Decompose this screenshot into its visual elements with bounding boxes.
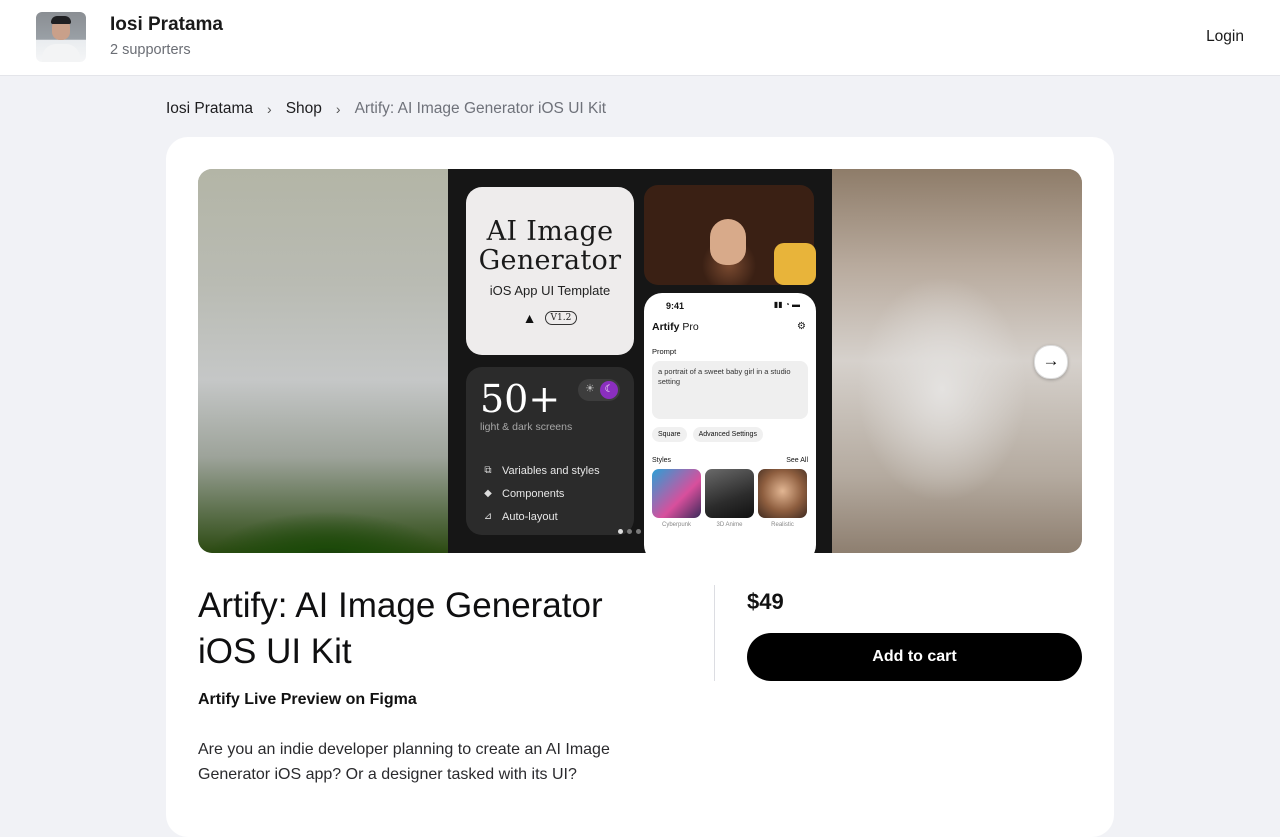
slide-dot[interactable] [627,529,632,534]
product-cover-image: AI Image Generator iOS App UI Template ▲… [448,169,832,553]
slide-dot[interactable] [636,529,641,534]
signal-icon: ▮▮ ◔ ▬ [773,300,800,309]
top-bar: Iosi Pratama 2 supporters Login [0,0,1280,76]
variables-icon: ⧉ [484,465,492,476]
product-card: AI Image Generator iOS App UI Template ▲… [166,137,1114,837]
login-link[interactable]: Login [1206,28,1244,46]
auto-layout-icon: ⊿ [483,511,493,522]
gallery-blur-left [198,169,448,553]
style-name: 3D Anime [716,522,743,528]
breadcrumb-creator[interactable]: Iosi Pratama [166,100,253,118]
artify-logo-icon: ▲ [522,310,537,326]
breadcrumb-current: Artify: AI Image Generator iOS UI Kit [354,100,607,117]
slide-dot[interactable] [618,529,623,534]
cover-features-panel: 50+ light & dark screens ☀ ☾ ⧉ Variables … [466,367,634,535]
style-thumb [705,469,754,518]
phone-brand: Artify Pro [652,321,699,333]
theme-toggle: ☀ ☾ [578,379,620,401]
apple-icon [774,243,816,285]
cover-subtitle: iOS App UI Template [489,283,611,298]
phone-time: 9:41 [666,301,685,311]
product-description: Are you an indie developer planning to c… [198,741,610,783]
sun-icon: ☀ [585,383,595,395]
cover-title: AI Image Generator [478,216,622,276]
divider [714,585,715,681]
style-name: Realistic [771,522,794,528]
feature-item: Auto-layout [502,510,558,523]
version-badge: V1.2 [544,311,578,325]
product-gallery[interactable]: AI Image Generator iOS App UI Template ▲… [198,169,1082,553]
breadcrumb: Iosi Pratama › Shop › Artify: AI Image G… [166,100,606,118]
style-thumb [652,469,701,518]
avatar[interactable] [36,12,86,62]
gear-icon: ⚙ [797,321,806,332]
next-image-button[interactable]: → [1034,345,1068,379]
moon-icon: ☾ [600,381,618,399]
screens-label: light & dark screens [480,421,573,433]
cover-title-panel: AI Image Generator iOS App UI Template ▲… [466,187,634,355]
breadcrumb-shop[interactable]: Shop [286,100,322,118]
slide-dots [618,529,641,534]
chevron-right-icon: › [335,101,341,117]
creator-name[interactable]: Iosi Pratama [110,14,223,36]
feature-item: Components [502,487,565,500]
component-icon: ◆ [484,488,492,499]
add-to-cart-button[interactable]: Add to cart [747,633,1082,681]
chip-square: Square [652,427,687,442]
product-price: $49 [747,589,784,614]
styles-header: Styles See All [652,457,808,464]
product-title: Artify: AI Image Generator iOS UI Kit [198,586,603,671]
feature-list: ⧉ Variables and styles ◆ Components ⊿ Auto-… [482,459,600,528]
style-name: Cyberpunk [661,522,691,528]
chip-advanced: Advanced Settings [692,427,763,442]
screens-count: 50+ [480,377,561,421]
style-thumb [758,469,807,518]
product-subtitle: Artify Live Preview on Figma [198,691,417,708]
arrow-right-icon: → [1042,351,1060,370]
phone-mockup: 9:41 ▮▮ ◔ ▬ Artify Pro ⚙ Prompt a portra… [644,293,816,553]
prompt-text: a portrait of a sweet baby girl in a stu… [652,361,808,419]
chevron-right-icon: › [267,101,272,117]
supporters-count: 2 supporters [110,42,191,58]
feature-item: Variables and styles [502,464,600,477]
prompt-label: Prompt [652,347,677,356]
